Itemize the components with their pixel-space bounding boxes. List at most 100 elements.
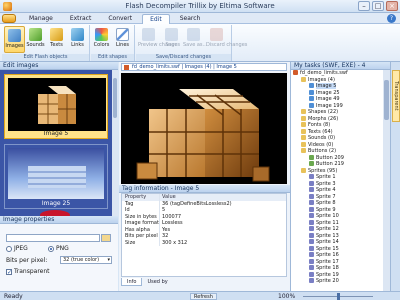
button-icon: [309, 154, 314, 160]
maximize-button[interactable]: □: [372, 1, 384, 11]
image-properties: JPEG PNG Bits per pixel: 32 (true color)…: [0, 224, 118, 291]
sprite-icon: [309, 271, 314, 277]
tree-item-label: Sounds (0): [308, 135, 336, 141]
image-icon: [309, 89, 314, 95]
thumbnail-scrollbar[interactable]: [112, 70, 118, 216]
thumbnail-preview: [8, 78, 106, 131]
bits-per-pixel-label: Bits per pixel:: [6, 257, 48, 264]
save-button[interactable]: Save: [161, 26, 182, 53]
image-icon: [309, 96, 314, 101]
status-text: Ready: [4, 293, 23, 300]
close-button[interactable]: ×: [386, 1, 398, 11]
file-icon: [293, 70, 298, 75]
png-radio[interactable]: PNG: [48, 245, 69, 252]
tree-item-label: Sprite 20: [316, 278, 339, 284]
thumbnail-image-5[interactable]: Image 5: [4, 74, 108, 139]
tab-manage[interactable]: Manage: [22, 14, 60, 24]
texts-icon: [50, 28, 63, 41]
folder-icon: [301, 148, 306, 153]
sprite-icon: [309, 206, 314, 212]
side-panel-strip: Transparent: [390, 62, 400, 291]
tree-item-label: Texts (64): [308, 128, 333, 135]
tag-info-title: Tag information - Image 5: [119, 185, 290, 193]
links-icon: [71, 28, 84, 41]
group-label: Save/Discard changes: [136, 54, 231, 61]
sprite-icon: [309, 265, 314, 270]
preview-panel: fd_demo_limits.swf | Images (4) | Image …: [119, 62, 291, 291]
browse-folder-icon[interactable]: [101, 234, 111, 242]
tree-item-label: Button 219: [316, 161, 344, 167]
transparent-checkbox[interactable]: ✓ Transparent: [6, 268, 50, 275]
texts-button[interactable]: Texts: [46, 26, 67, 53]
preview-changes-button[interactable]: Preview changes: [138, 26, 180, 53]
application-menu-button[interactable]: [2, 14, 16, 23]
checkbox-box: ✓: [6, 268, 13, 276]
tree-item-label: Sprite 18: [316, 265, 339, 271]
tree-item-label: Sprite 19: [316, 271, 339, 278]
folder-icon: [301, 115, 306, 121]
sprite-icon: [309, 213, 314, 218]
scrollbar-thumb[interactable]: [113, 78, 117, 118]
tree-scrollbar[interactable]: [383, 70, 390, 291]
thumbnail-image-25[interactable]: Image 25: [4, 144, 108, 209]
question-icon[interactable]: ?: [387, 14, 396, 23]
sprite-icon: [309, 245, 314, 251]
tree-item-label: Sprite 14: [316, 239, 339, 245]
pattern-thumbnail: [28, 166, 86, 188]
button-icon: [309, 161, 314, 166]
refresh-button[interactable]: Refresh: [190, 293, 217, 300]
window-controls: – □ ×: [358, 1, 398, 11]
tab-extract[interactable]: Extract: [63, 14, 99, 24]
window-title: Flash Decompiler Trillix by Eltima Softw…: [125, 2, 275, 10]
folder-icon: [301, 128, 306, 134]
tree-item-label: fd_demo_limits.swf: [300, 70, 348, 76]
sounds-button[interactable]: Sounds: [25, 26, 46, 53]
edit-images-panel: Edit images Image 5 Image 25 Image prope…: [0, 62, 118, 291]
images-button[interactable]: Images: [4, 26, 25, 53]
discard-changes-button[interactable]: Discard changes: [206, 26, 247, 53]
lines-icon: [116, 28, 129, 41]
lines-button[interactable]: Lines: [112, 26, 133, 53]
sounds-icon: [29, 28, 42, 41]
sprite-icon: [309, 193, 314, 199]
group-label: Edit Flash objects: [2, 54, 89, 61]
tree-item-label: Button 209: [316, 154, 344, 161]
folder-icon: [301, 167, 306, 173]
scrollbar-thumb[interactable]: [384, 80, 389, 120]
links-button[interactable]: Links: [67, 26, 88, 53]
table-row[interactable]: Size 300 x 312: [122, 239, 286, 246]
jpeg-radio[interactable]: JPEG: [6, 245, 28, 252]
panel-title: Edit images: [0, 62, 118, 70]
tree-item-label: Sprite 8: [316, 200, 336, 206]
cube-image: [121, 73, 287, 184]
image-file-field[interactable]: [6, 234, 100, 242]
sprite-icon: [309, 258, 314, 264]
colors-button[interactable]: Colors: [91, 26, 112, 53]
ribbon-tab-bar: Manage Extract Convert Edit Search ?: [0, 13, 400, 24]
tab-convert[interactable]: Convert: [101, 14, 139, 24]
tree-item-label: Sprite 1: [316, 174, 336, 180]
minimize-button[interactable]: –: [358, 1, 370, 11]
group-save-discard: Preview changes Save Save as... Discard …: [136, 25, 247, 61]
folder-icon: [301, 122, 306, 127]
tree-item[interactable]: Sprite 20: [291, 278, 383, 285]
tag-info-table: Property Value Tag 36 (tagDefineBitsLoss…: [121, 193, 287, 277]
save-as-button[interactable]: Save as...: [183, 26, 207, 53]
document-tab[interactable]: fd_demo_limits.swf | Images (4) | Image …: [121, 63, 287, 71]
zoom-slider-thumb[interactable]: [336, 293, 340, 300]
tab-search[interactable]: Search: [173, 14, 208, 24]
folder-icon: [301, 109, 306, 114]
tree-item-label: Sprite 15: [316, 245, 339, 252]
side-tab-transparent[interactable]: Transparent: [392, 70, 400, 122]
radio-dot: [6, 245, 12, 252]
title-bar: Flash Decompiler Trillix by Eltima Softw…: [0, 0, 400, 13]
tree-item-label: Videos (0): [308, 141, 334, 148]
tab-edit[interactable]: Edit: [142, 14, 170, 24]
thumbnail-caption: Image 25: [41, 200, 71, 207]
tab-info[interactable]: Info: [121, 278, 143, 286]
bits-per-pixel-select[interactable]: 32 (true color) ▾: [60, 256, 112, 264]
radio-dot: [48, 245, 54, 252]
ribbon-tabs: Manage Extract Convert Edit Search: [22, 14, 210, 24]
zoom-slider[interactable]: [303, 293, 373, 300]
tab-used-by[interactable]: Used by: [142, 278, 172, 286]
